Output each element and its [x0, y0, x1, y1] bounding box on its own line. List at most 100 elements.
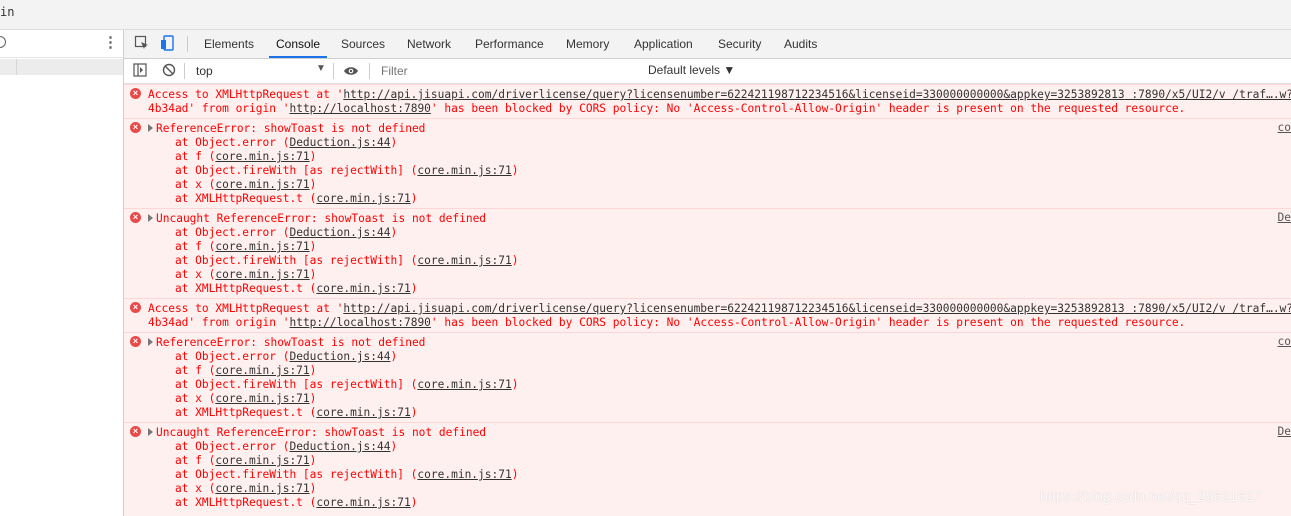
- stack-frame-link[interactable]: core.min.js:71: [417, 254, 511, 267]
- stack-frame: at f (core.min.js:71): [148, 240, 317, 253]
- sidebar-toggle-icon[interactable]: [133, 63, 147, 82]
- request-url-link[interactable]: http://api.jisuapi.com/driverlicense/que…: [343, 302, 1124, 315]
- stack-frame-link[interactable]: Deduction.js:44: [289, 136, 390, 149]
- inspect-element-icon[interactable]: [134, 35, 150, 56]
- console-error-message[interactable]: × Access to XMLHttpRequest at 'http://ap…: [124, 84, 1291, 118]
- stack-frame: at f (core.min.js:71): [148, 454, 317, 467]
- expand-triangle-icon[interactable]: [148, 338, 153, 346]
- error-icon: ×: [130, 212, 141, 223]
- source-link[interactable]: co: [1278, 121, 1291, 135]
- console-error-message[interactable]: × ReferenceError: showToast is not defin…: [124, 118, 1291, 208]
- tab-network[interactable]: Network: [407, 30, 451, 58]
- tab-elements[interactable]: Elements: [204, 30, 254, 58]
- device-toolbar-icon[interactable]: [160, 35, 176, 56]
- stack-frame: at Object.error (Deduction.js:44): [148, 440, 398, 453]
- stack-frame-link[interactable]: core.min.js:71: [316, 406, 410, 419]
- stack-frame: at XMLHttpRequest.t (core.min.js:71): [148, 406, 418, 419]
- stack-frame-link[interactable]: core.min.js:71: [215, 268, 309, 281]
- tab-performance[interactable]: Performance: [475, 30, 544, 58]
- source-link[interactable]: De: [1278, 211, 1291, 225]
- stack-frame-link[interactable]: Deduction.js:44: [289, 440, 390, 453]
- context-dropdown-icon[interactable]: ▼: [316, 63, 326, 74]
- tab-memory[interactable]: Memory: [566, 30, 609, 58]
- tab-security[interactable]: Security: [718, 30, 761, 58]
- error-heading[interactable]: ReferenceError: showToast is not defined: [148, 336, 425, 350]
- tab-sources[interactable]: Sources: [341, 30, 385, 58]
- error-heading[interactable]: ReferenceError: showToast is not defined: [148, 122, 425, 136]
- log-levels-dropdown[interactable]: Default levels ▼: [648, 63, 735, 77]
- console-messages: × Access to XMLHttpRequest at 'http://ap…: [124, 84, 1291, 516]
- stack-frame: at x (core.min.js:71): [148, 268, 317, 281]
- stack-frame: at XMLHttpRequest.t (core.min.js:71): [148, 282, 418, 295]
- devtools-tab-bar: Elements Console Sources Network Perform…: [124, 30, 1291, 59]
- stack-frame: at Object.error (Deduction.js:44): [148, 226, 398, 239]
- error-icon: ×: [130, 426, 141, 437]
- message-line: 4b34ad' from origin 'http://localhost:78…: [148, 316, 1186, 329]
- expand-triangle-icon[interactable]: [148, 428, 153, 436]
- console-error-message[interactable]: × ReferenceError: showToast is not defin…: [124, 332, 1291, 422]
- origin-link[interactable]: http://localhost:7890: [289, 316, 430, 329]
- stack-frame-link[interactable]: core.min.js:71: [215, 178, 309, 191]
- error-heading[interactable]: Uncaught ReferenceError: showToast is no…: [148, 212, 486, 226]
- stack-frame-link[interactable]: core.min.js:71: [215, 454, 309, 467]
- stack-frame: at f (core.min.js:71): [148, 150, 317, 163]
- stack-frame-link[interactable]: core.min.js:71: [215, 364, 309, 377]
- error-icon: ×: [130, 88, 141, 99]
- error-icon: ×: [130, 336, 141, 347]
- source-link[interactable]: co: [1278, 335, 1291, 349]
- message-line: Access to XMLHttpRequest at 'http://api.…: [148, 302, 1291, 315]
- tab-console[interactable]: Console: [269, 30, 328, 58]
- error-icon: ×: [130, 122, 141, 133]
- context-selector[interactable]: top: [196, 64, 213, 78]
- message-line: 4b34ad' from origin 'http://localhost:78…: [148, 102, 1186, 115]
- toolbar-divider: [369, 63, 370, 79]
- tab-audits[interactable]: Audits: [784, 30, 817, 58]
- expand-triangle-icon[interactable]: [148, 124, 153, 132]
- toolbar-divider: [333, 63, 334, 79]
- toolbar-divider: [184, 63, 185, 79]
- stack-frame: at x (core.min.js:71): [148, 178, 317, 191]
- left-pane: ⋮: [0, 30, 124, 516]
- filter-input[interactable]: [374, 61, 640, 81]
- stack-frame: at Object.error (Deduction.js:44): [148, 136, 398, 149]
- console-error-message[interactable]: × Uncaught ReferenceError: showToast is …: [124, 208, 1291, 298]
- left-pane-row[interactable]: [0, 59, 123, 75]
- stack-frame-link[interactable]: core.min.js:71: [215, 150, 309, 163]
- tab-bar-divider: [187, 36, 188, 52]
- stack-frame-link[interactable]: Deduction.js:44: [289, 226, 390, 239]
- stack-frame: at Object.fireWith [as rejectWith] (core…: [148, 378, 519, 391]
- stack-frame: at Object.fireWith [as rejectWith] (core…: [148, 468, 519, 481]
- stack-frame: at Object.fireWith [as rejectWith] (core…: [148, 254, 519, 267]
- stack-frame: at f (core.min.js:71): [148, 364, 317, 377]
- watermark: https://blog.csdn.net/qq_25631627: [1040, 488, 1262, 504]
- stack-frame-link[interactable]: core.min.js:71: [316, 282, 410, 295]
- eye-icon[interactable]: [343, 64, 359, 82]
- top-strip-text: in: [0, 5, 15, 19]
- console-toolbar: top ▼ Default levels ▼: [124, 59, 1291, 84]
- stack-frame-link[interactable]: core.min.js:71: [215, 392, 309, 405]
- stack-frame-link[interactable]: core.min.js:71: [316, 496, 410, 509]
- tab-application[interactable]: Application: [634, 30, 693, 58]
- expand-triangle-icon[interactable]: [148, 214, 153, 222]
- clear-console-icon[interactable]: [162, 63, 176, 82]
- left-pane-header: ⋮: [0, 30, 123, 58]
- stack-frame-link[interactable]: core.min.js:71: [417, 468, 511, 481]
- clock-icon[interactable]: [0, 36, 6, 48]
- stack-frame-link[interactable]: core.min.js:71: [215, 240, 309, 253]
- more-options-icon[interactable]: ⋮: [103, 35, 118, 50]
- stack-frame-link[interactable]: core.min.js:71: [316, 192, 410, 205]
- stack-frame: at x (core.min.js:71): [148, 482, 317, 495]
- request-url-link[interactable]: http://api.jisuapi.com/driverlicense/que…: [343, 88, 1124, 101]
- console-error-message[interactable]: × Access to XMLHttpRequest at 'http://ap…: [124, 298, 1291, 332]
- error-heading[interactable]: Uncaught ReferenceError: showToast is no…: [148, 426, 486, 440]
- stack-frame-link[interactable]: Deduction.js:44: [289, 350, 390, 363]
- browser-top-strip: in: [0, 0, 1291, 30]
- source-link[interactable]: De: [1278, 425, 1291, 439]
- origin-link[interactable]: http://localhost:7890: [289, 102, 430, 115]
- stack-frame-link[interactable]: core.min.js:71: [215, 482, 309, 495]
- stack-frame-link[interactable]: core.min.js:71: [417, 378, 511, 391]
- error-icon: ×: [130, 302, 141, 313]
- message-line: Access to XMLHttpRequest at 'http://api.…: [148, 88, 1291, 101]
- stack-frame-link[interactable]: core.min.js:71: [417, 164, 511, 177]
- stack-frame: at XMLHttpRequest.t (core.min.js:71): [148, 192, 418, 205]
